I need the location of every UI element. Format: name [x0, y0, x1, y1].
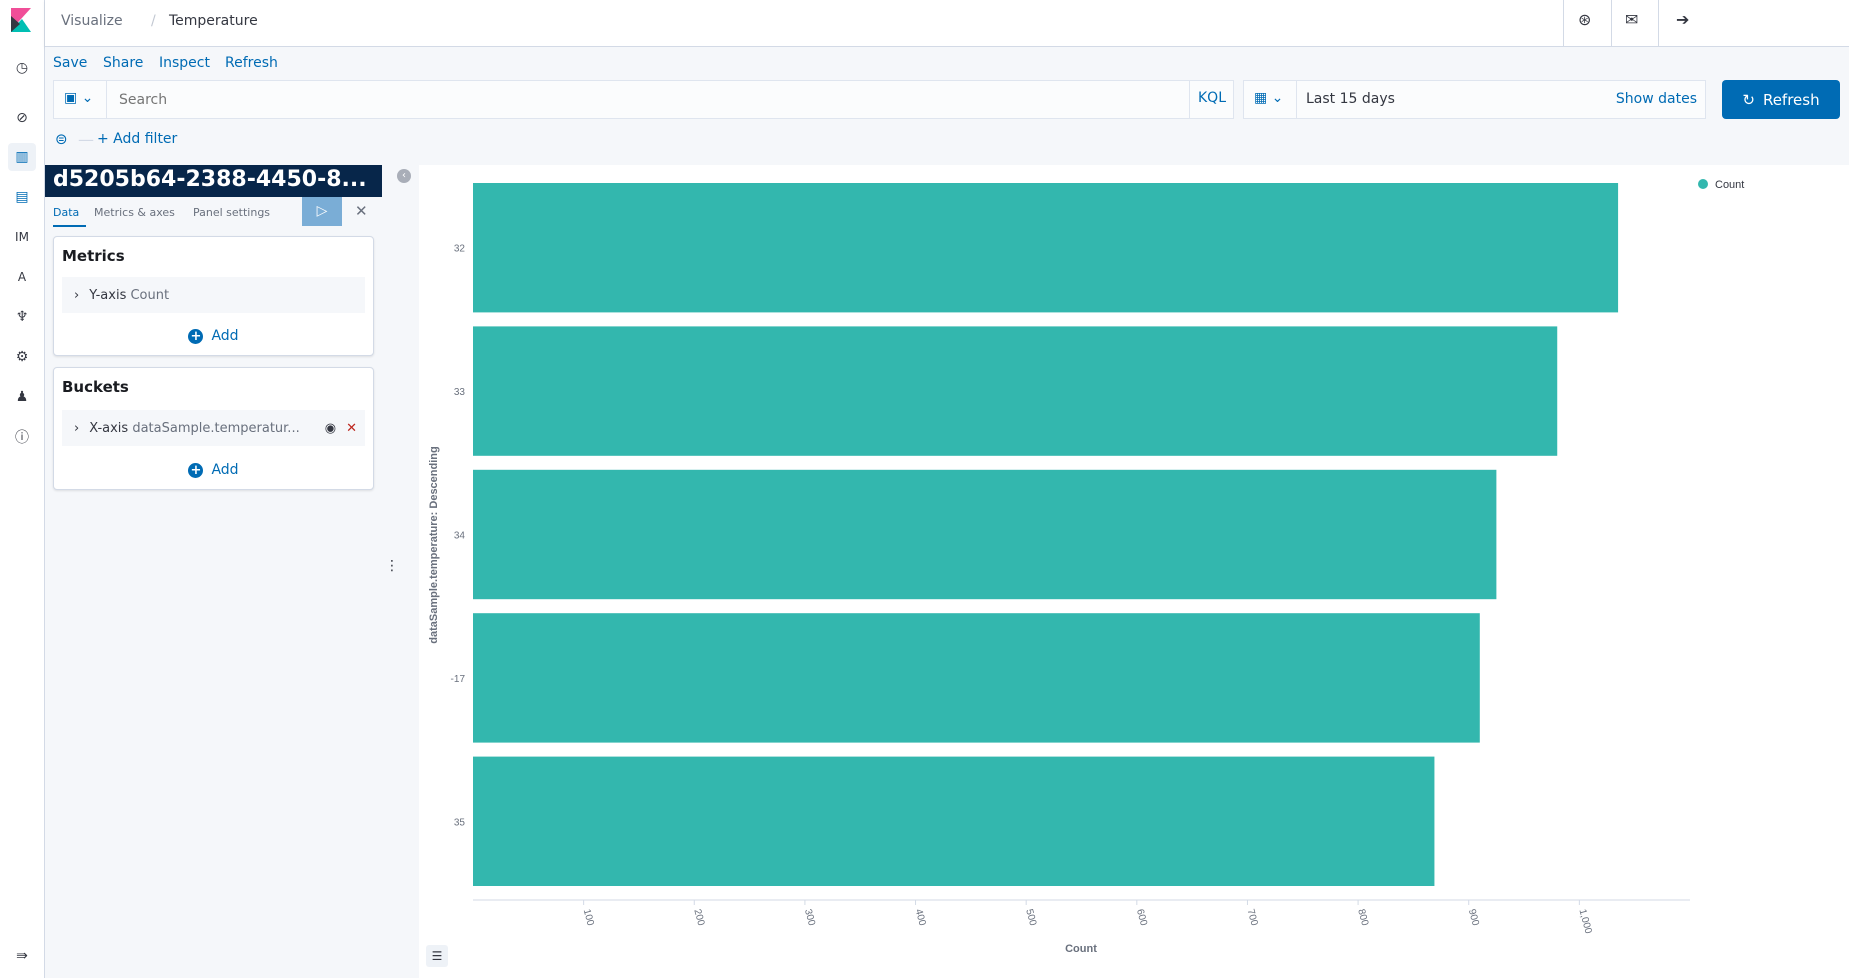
- collapse-sidebar-icon[interactable]: ‹: [397, 169, 411, 183]
- editor-tabs: Data Metrics & axes Panel settings ▷ ✕: [45, 197, 382, 227]
- kql-toggle[interactable]: KQL: [1189, 81, 1233, 118]
- bucket-axis-label: X-axis: [89, 420, 129, 436]
- x-tick-label: 900: [1466, 908, 1481, 927]
- chevron-right-icon[interactable]: ›: [74, 288, 79, 303]
- eye-icon[interactable]: ◉: [325, 421, 336, 436]
- x-tick-label: 200: [691, 908, 706, 927]
- help-lifebuoy-icon[interactable]: ⊛: [1578, 10, 1591, 29]
- gear-icon[interactable]: ⚙: [8, 343, 36, 371]
- logout-icon[interactable]: ➔: [1676, 10, 1689, 29]
- x-axis-title: Count: [1065, 943, 1097, 955]
- y-tick-label: 35: [454, 817, 466, 828]
- refresh-label: Refresh: [1762, 90, 1820, 109]
- header: Visualize / Temperature ⊛ ✉ ➔: [45, 0, 1849, 47]
- legend-item-count[interactable]: Count: [1715, 179, 1744, 191]
- x-tick-label: 400: [913, 908, 928, 927]
- query-bar: ▣ ⌄ KQL: [53, 80, 1234, 119]
- metrics-card: Metrics › Y-axis Count + Add: [53, 236, 374, 356]
- add-label: Add: [211, 462, 239, 478]
- y-tick-label: 34: [454, 531, 466, 542]
- nav-item-a[interactable]: A: [8, 263, 36, 291]
- x-tick-label: 1,000: [1576, 908, 1593, 935]
- x-tick-label: 800: [1355, 908, 1370, 927]
- divider: [1611, 0, 1612, 47]
- discard-close-icon[interactable]: ✕: [355, 202, 368, 220]
- bar--17[interactable]: [473, 613, 1480, 743]
- x-tick-label: 500: [1023, 908, 1038, 927]
- y-tick-label: -17: [451, 674, 466, 685]
- bar-chart: 32 33 34 -17 35 100 200 300 400 500 600 700 800 900 1,…: [428, 179, 1744, 955]
- filter-options-icon[interactable]: ⊜: [55, 130, 68, 148]
- share-button[interactable]: Share: [103, 55, 143, 71]
- chevron-right-icon[interactable]: ›: [74, 421, 79, 436]
- buckets-card: Buckets › X-axis dataSample.temperatur..…: [53, 367, 374, 490]
- kibana-logo[interactable]: [11, 8, 31, 32]
- add-bucket-button[interactable]: + Add: [54, 462, 373, 478]
- expand-nav-icon[interactable]: ⇛: [8, 942, 36, 970]
- saved-queries-button[interactable]: ▣ ⌄: [54, 81, 107, 118]
- calendar-icon[interactable]: ▦ ⌄: [1244, 81, 1297, 118]
- y-tick-label: 32: [454, 244, 466, 255]
- user-icon[interactable]: ♟: [8, 383, 36, 411]
- discover-compass-icon[interactable]: ⊘: [8, 104, 36, 132]
- bar-33[interactable]: [473, 326, 1558, 456]
- divider: —: [78, 130, 94, 149]
- recent-icon[interactable]: ◷: [8, 54, 36, 82]
- bar-32[interactable]: [473, 183, 1619, 313]
- search-input[interactable]: [109, 81, 1159, 118]
- metric-axis-label: Y-axis: [89, 287, 127, 303]
- add-metric-button[interactable]: + Add: [54, 328, 373, 344]
- editor-sidebar: d5205b64-2388-4450-8... Data Metrics & a…: [45, 165, 382, 978]
- divider: [1658, 0, 1659, 47]
- tab-metrics-axes[interactable]: Metrics & axes: [94, 206, 175, 219]
- mail-icon[interactable]: ✉: [1625, 10, 1638, 29]
- breadcrumb-current: Temperature: [169, 13, 258, 29]
- metric-y-axis-row[interactable]: › Y-axis Count: [62, 277, 365, 313]
- dashboard-icon[interactable]: ▤: [8, 183, 36, 211]
- time-range[interactable]: Last 15 days: [1306, 91, 1395, 107]
- add-filter-button[interactable]: + Add filter: [97, 131, 177, 147]
- refresh-button[interactable]: ↻ Refresh: [1722, 80, 1840, 119]
- x-tick-label: 100: [581, 908, 596, 927]
- y-axis-title: dataSample.temperature: Descending: [428, 446, 440, 643]
- legend-toggle-icon[interactable]: ☰: [426, 945, 448, 967]
- remove-x-icon[interactable]: ✕: [346, 421, 357, 436]
- add-label: Add: [211, 328, 239, 344]
- breadcrumb-visualize[interactable]: Visualize: [61, 13, 123, 29]
- bar-34[interactable]: [473, 469, 1497, 600]
- visualization-title: d5205b64-2388-4450-8...: [45, 165, 382, 197]
- info-icon[interactable]: ⓘ: [8, 423, 36, 451]
- resize-handle-icon[interactable]: ⋮: [385, 558, 399, 574]
- legend-swatch[interactable]: [1698, 179, 1708, 189]
- inspect-button[interactable]: Inspect: [159, 55, 210, 71]
- divider: [1563, 0, 1564, 47]
- metrics-heading: Metrics: [62, 247, 125, 265]
- tab-panel-settings[interactable]: Panel settings: [193, 206, 270, 219]
- breadcrumb-separator: /: [151, 13, 156, 29]
- tab-data[interactable]: Data: [53, 206, 86, 227]
- refresh-menu-button[interactable]: Refresh: [225, 55, 278, 71]
- plus-icon: +: [188, 329, 204, 344]
- nav-item-im[interactable]: IM: [8, 223, 36, 251]
- metric-agg-label: Count: [130, 287, 170, 303]
- show-dates-button[interactable]: Show dates: [1616, 91, 1697, 107]
- save-button[interactable]: Save: [53, 55, 87, 71]
- bar-35[interactable]: [473, 756, 1435, 886]
- plus-icon: +: [188, 463, 204, 478]
- visualize-icon[interactable]: ▥: [8, 143, 36, 171]
- bucket-x-axis-row[interactable]: › X-axis dataSample.temperatur... ◉ ✕: [62, 410, 365, 446]
- buckets-heading: Buckets: [62, 378, 129, 396]
- date-picker: ▦ ⌄ Last 15 days Show dates: [1243, 80, 1706, 119]
- x-tick-label: 600: [1134, 908, 1149, 927]
- x-tick-label: 700: [1245, 908, 1260, 927]
- x-tick-label: 300: [802, 908, 817, 927]
- y-tick-label: 33: [454, 387, 466, 398]
- apply-changes-button[interactable]: ▷: [302, 197, 342, 226]
- bucket-field-label: dataSample.temperatur...: [132, 420, 300, 436]
- dev-tools-icon[interactable]: ♆: [8, 303, 36, 331]
- refresh-icon: ↻: [1742, 90, 1755, 109]
- side-nav: ◷ ⊘ ▥ ▤ IM A ♆ ⚙ ♟ ⓘ ⇛: [0, 0, 45, 978]
